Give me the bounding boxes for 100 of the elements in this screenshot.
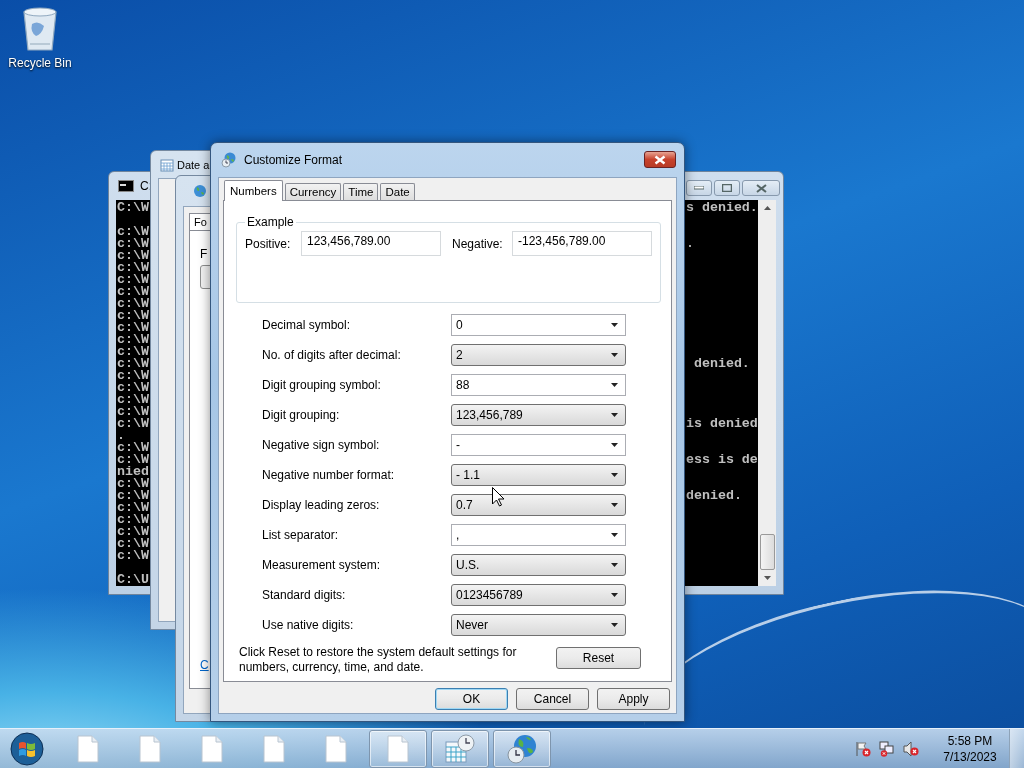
console-text: c:\W [117,416,149,431]
document-icon [263,734,285,763]
mouse-cursor-icon [492,487,505,507]
console-text: c:\W [117,404,149,419]
close-button[interactable] [644,151,676,168]
console-text: nied [117,464,149,479]
scroll-down-icon[interactable] [763,576,771,580]
field-label: Decimal symbol: [261,318,352,332]
dropdown[interactable]: Never [451,614,626,636]
console-text: c:\W [117,536,149,551]
field-label: Positive: [245,236,292,251]
dropdown-arrow-icon [611,413,618,417]
console-text: c:\W [117,272,149,287]
combo-box[interactable]: 0 [451,314,626,336]
globe-clock-icon [506,733,538,764]
combo-box[interactable]: , [451,524,626,546]
dialog-button[interactable]: Apply [597,688,670,710]
console-text: c:\W [117,368,149,383]
dropdown-arrow-icon [611,503,618,507]
console-text: . [686,236,694,251]
dialog-button[interactable]: Cancel [516,688,589,710]
dropdown-arrow-icon [611,353,618,357]
field-label: Negative sign symbol: [261,438,381,452]
clock-time: 5:58 PM [947,732,993,749]
globe-clock-icon [221,152,237,168]
dropdown-arrow-icon [611,563,618,567]
example-field[interactable]: -123,456,789.00 [512,231,652,256]
maximize-button[interactable] [714,180,740,196]
field-label: Negative: [452,236,504,251]
field-label: List separator: [261,528,340,542]
console-text: . [117,428,125,443]
console-text: denied. [692,356,750,371]
console-text: c:\W [117,488,149,503]
taskbar-button[interactable] [493,729,551,768]
reset-note: Click Reset to restore the system default settings for numbers, currency, time, and date. [239,645,518,675]
window-title: Customize Format [244,153,343,167]
console-text: c:\W [117,236,149,251]
console-text: c:\W [117,296,149,311]
console-text: c:\W [117,512,149,527]
taskbar-button[interactable] [431,729,489,768]
globe-icon [193,184,207,198]
reset-button[interactable]: Reset [556,647,641,669]
dialog-button[interactable]: OK [435,688,508,710]
calendar-icon [160,157,174,172]
combo-box[interactable]: - [451,434,626,456]
tab[interactable]: Numbers [224,180,283,201]
volume-muted-icon[interactable] [903,740,919,757]
scroll-thumb[interactable] [759,534,775,570]
maximize-icon [722,184,732,192]
minimize-icon [694,186,704,190]
console-text: c:\W [117,356,149,371]
console-text: c:\W [117,260,149,275]
clock[interactable]: 5:58 PM 7/13/2023 [939,732,1001,765]
show-desktop-button[interactable] [1009,728,1024,768]
document-icon [387,734,409,763]
scroll-up-icon[interactable] [763,206,771,210]
dropdown-arrow-icon [611,473,618,477]
close-button[interactable] [742,180,780,196]
tab[interactable]: Time [343,183,379,200]
desktop-icon-label[interactable]: Recycle Bin [8,56,72,70]
console-text: c:\W [117,548,149,563]
dropdown[interactable]: 0.7 [451,494,626,516]
flag-error-icon[interactable] [855,740,871,757]
dropdown-arrow-icon [611,593,618,597]
field-label: Measurement system: [261,558,382,572]
console-text: c:\W [117,344,149,359]
dropdown[interactable]: 123,456,789 [451,404,626,426]
field-label: F [200,247,209,261]
console-text: is denied [686,416,758,431]
document-icon [201,734,223,763]
field-label: Negative number format: [261,468,396,482]
tab[interactable]: Date [380,183,415,200]
recycle-bin-icon[interactable] [22,6,58,52]
example-field[interactable]: 123,456,789.00 [301,231,441,256]
console-text: c:\W [117,332,149,347]
console-text: c:\W [117,248,149,263]
console-text: c:\W [117,524,149,539]
taskbar-button[interactable] [369,729,427,768]
dropdown-arrow-icon [611,533,618,537]
dropdown[interactable]: 2 [451,344,626,366]
tab[interactable]: Currency [284,183,342,200]
dropdown[interactable]: U.S. [451,554,626,576]
field-label: Digit grouping symbol: [261,378,382,392]
combo-box[interactable]: 88 [451,374,626,396]
dropdown[interactable]: - 1.1 [451,464,626,486]
console-text: c:\W [117,440,149,455]
dropdown-arrow-icon [611,323,618,327]
scrollbar[interactable] [758,200,776,586]
dropdown[interactable]: 0123456789 [451,584,626,606]
console-text: c:\W [117,380,149,395]
network-error-icon[interactable] [879,740,895,757]
field-label: No. of digits after decimal: [261,348,402,362]
console-text: c:\W [117,284,149,299]
document-icon [325,734,347,763]
close-icon [755,183,767,193]
minimize-button[interactable] [686,180,712,196]
console-text: C:\U [117,572,149,586]
field-label: Display leading zeros: [261,498,381,512]
document-icon [77,734,99,763]
console-text: c:\W [117,224,149,239]
